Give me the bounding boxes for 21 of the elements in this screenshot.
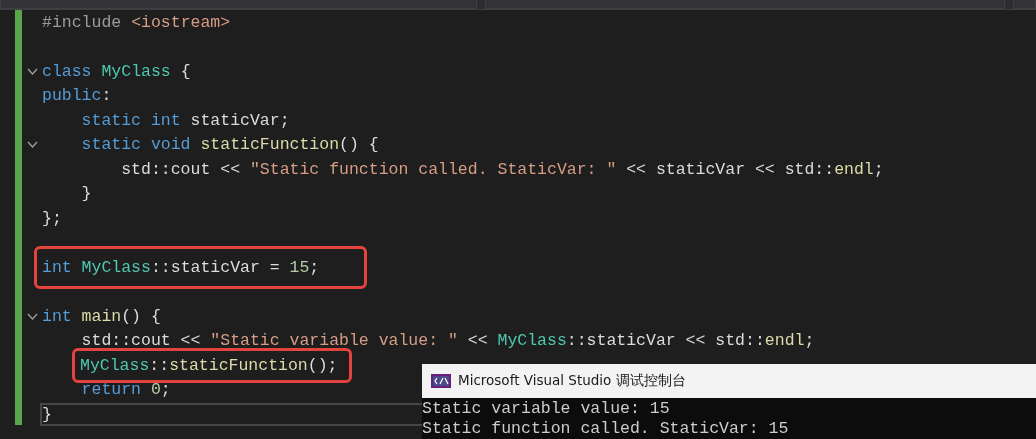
code-line: MyClass::staticFunction(); — [80, 355, 338, 375]
code-line: } — [80, 184, 92, 204]
code-line: std::cout << "Static function called. StaticVar: " << staticVar << std::endl; — [120, 159, 884, 179]
code-line: int main() { — [42, 306, 161, 326]
code-line: }; — [42, 208, 62, 228]
code-line: std::cout << "Static variable value: " << MyClass::staticVar << std::endl; — [80, 331, 815, 351]
chevron-icon[interactable] — [26, 141, 38, 149]
code-line: int MyClass::staticVar = 15; — [42, 257, 320, 277]
window-title: Microsoft Visual Studio 调试控制台 — [458, 372, 686, 390]
console-output-line: Static function called. StaticVar: 15 — [422, 419, 790, 439]
console-icon — [431, 374, 451, 388]
chevron-icon[interactable] — [26, 312, 38, 320]
code-line: static void staticFunction() { — [80, 135, 379, 155]
code-line: class MyClass { — [42, 61, 191, 81]
chevron-icon[interactable] — [26, 67, 38, 75]
code-line: static int staticVar; — [80, 110, 290, 130]
code-line: return 0; — [80, 380, 171, 400]
code-line: } — [40, 402, 422, 426]
console-output-line: Static variable value: 15 — [422, 399, 671, 419]
code-line: #include <iostream> — [42, 12, 231, 32]
code-line: public: — [42, 86, 112, 106]
